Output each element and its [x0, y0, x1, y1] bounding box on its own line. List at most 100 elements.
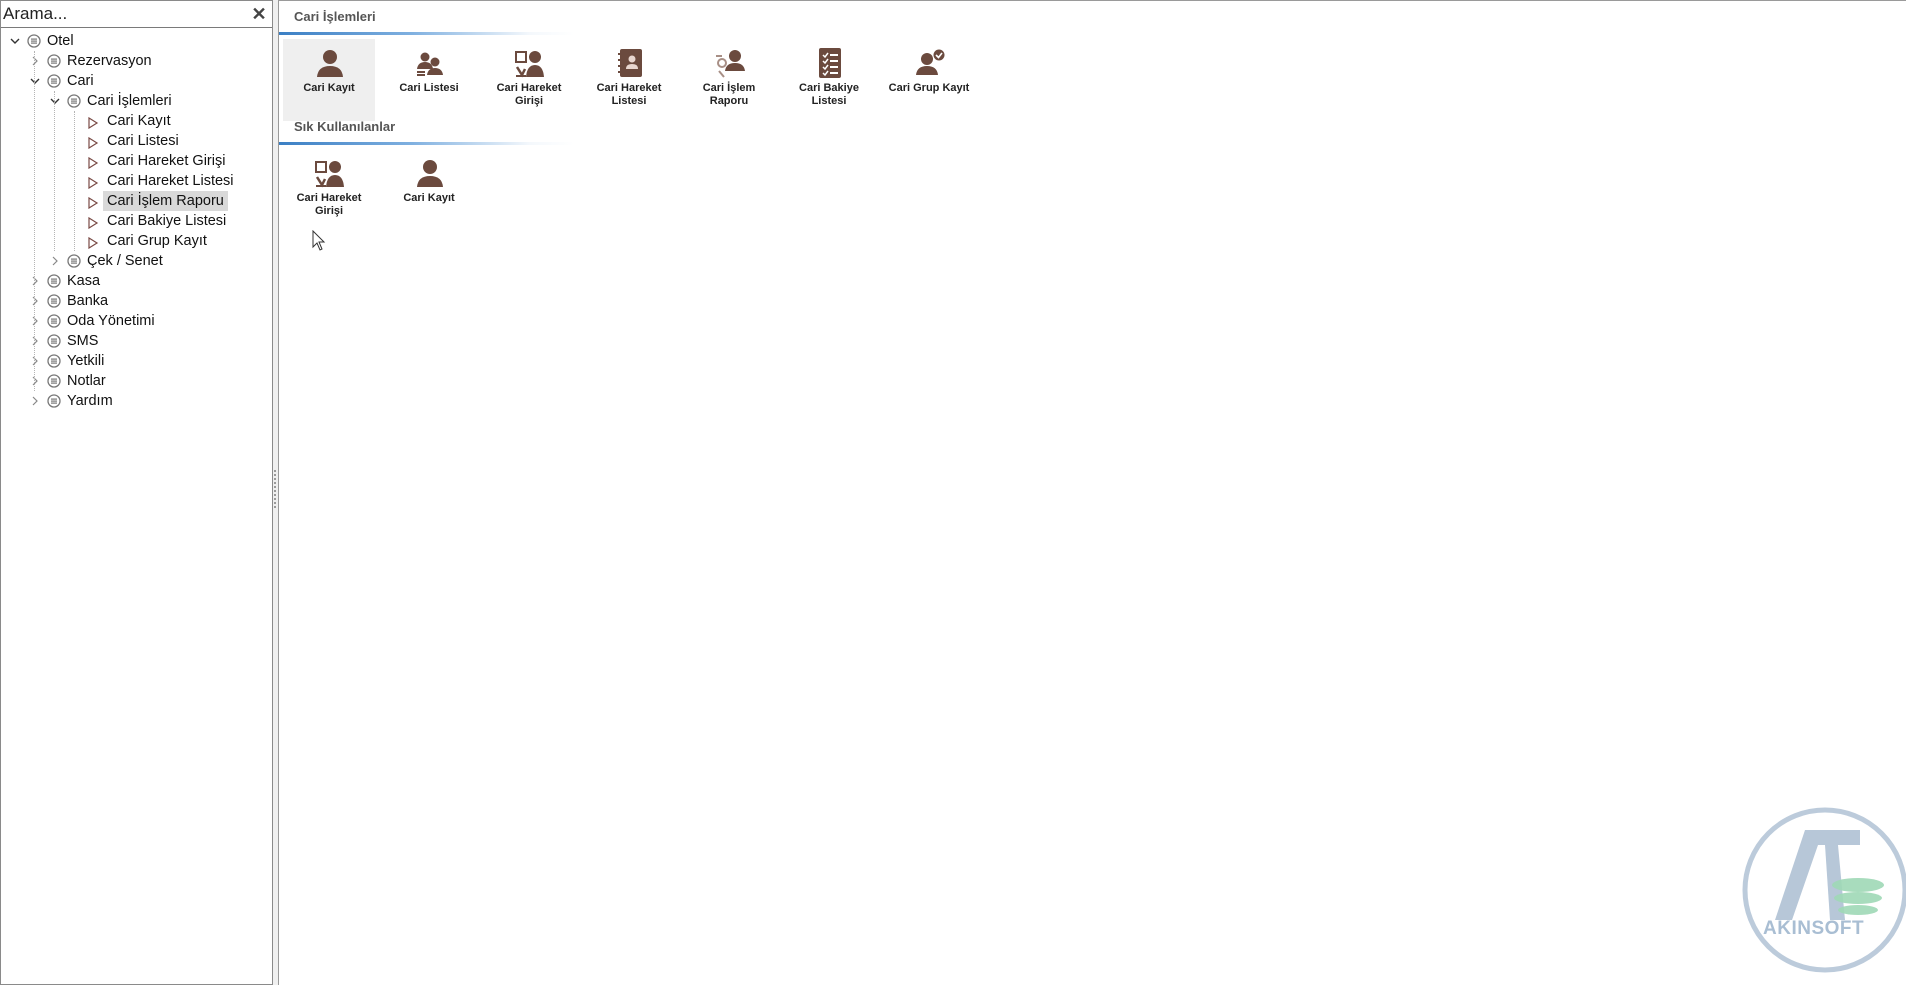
checklist-icon: [819, 48, 841, 78]
folder-list-icon: [27, 34, 41, 48]
tree-item-label: Cari Bakiye Listesi: [107, 213, 227, 229]
tree-item-label: Cari: [67, 73, 94, 89]
tile-cari-hareket-girişi[interactable]: Cari Hareket Girişi: [283, 149, 375, 231]
chevron-right-icon[interactable]: [29, 331, 43, 351]
tree-item-kasa[interactable]: Kasa: [1, 271, 272, 291]
tile-cari-kayıt[interactable]: Cari Kayıt: [383, 149, 475, 231]
tile-cari-hareket-girişi[interactable]: Cari Hareket Girişi: [483, 39, 575, 121]
splitter-grip[interactable]: [274, 470, 277, 510]
triangle-right-icon: [87, 115, 99, 130]
triangle-right-icon: [87, 215, 99, 230]
chevron-right-icon[interactable]: [29, 51, 43, 71]
tree-item-notlar[interactable]: Notlar: [1, 371, 272, 391]
tree-item-label: Yetkili: [67, 353, 105, 369]
triangle-right-icon: [87, 235, 99, 250]
folder-list-icon: [67, 254, 81, 268]
tree-item-label: Kasa: [67, 273, 101, 289]
tree-item-label: Cari Listesi: [107, 133, 179, 149]
tree-item-cari-grup-kayıt[interactable]: Cari Grup Kayıt: [1, 231, 272, 251]
akinsoft-logo: [1742, 807, 1906, 973]
tile-cari-bakiye-listesi[interactable]: Cari Bakiye Listesi: [783, 39, 875, 121]
tree-item-yardım[interactable]: Yardım: [1, 391, 272, 411]
folder-list-icon: [47, 314, 61, 328]
folder-list-icon: [47, 54, 61, 68]
tree-item-banka[interactable]: Banka: [1, 291, 272, 311]
folder-list-icon: [47, 294, 61, 308]
folder-list-icon: [47, 274, 61, 288]
section-divider: [279, 142, 574, 145]
tree-item-label: Cari Grup Kayıt: [107, 233, 207, 249]
tree-item-otel[interactable]: Otel: [1, 31, 272, 51]
chevron-right-icon[interactable]: [49, 251, 63, 271]
tile-label: Cari Hareket Girişi: [496, 82, 562, 107]
tree-item-yetkili[interactable]: Yetkili: [1, 351, 272, 371]
mouse-cursor-icon: [312, 230, 326, 251]
tree-item-cari-i-şlem-raporu[interactable]: Cari İşlem Raporu: [1, 191, 272, 211]
ledger-book-icon: [618, 49, 642, 77]
search-input[interactable]: [3, 3, 243, 25]
person-report-icon: [716, 50, 745, 78]
tree-item-label: Cari Hareket Listesi: [107, 173, 234, 189]
tree-item-cari-hareket-listesi[interactable]: Cari Hareket Listesi: [1, 171, 272, 191]
chevron-right-icon[interactable]: [29, 291, 43, 311]
chevron-right-icon[interactable]: [29, 351, 43, 371]
tile-cari-i-şlem-raporu[interactable]: Cari İşlem Raporu: [683, 39, 775, 121]
tree-item-çek-senet[interactable]: Çek / Senet: [1, 251, 272, 271]
tree-item-label: Oda Yönetimi: [67, 313, 155, 329]
tree-item-cari-i-şlemleri[interactable]: Cari İşlemleri: [1, 91, 272, 111]
chevron-right-icon[interactable]: [29, 311, 43, 331]
watermark-text: AKINSOFT: [1763, 918, 1865, 939]
folder-list-icon: [47, 74, 61, 88]
folder-list-icon: [47, 354, 61, 368]
chevron-down-icon[interactable]: [9, 31, 23, 51]
tree-item-label: SMS: [67, 333, 99, 349]
person-icon: [417, 160, 443, 187]
tile-cari-grup-kayıt[interactable]: Cari Grup Kayıt: [883, 39, 975, 121]
tree-guide-line: [34, 51, 35, 391]
triangle-right-icon: [87, 175, 99, 190]
tree-item-cari-hareket-girişi[interactable]: Cari Hareket Girişi: [1, 151, 272, 171]
tile-label: Cari Kayıt: [403, 192, 455, 204]
person-icon: [317, 50, 343, 77]
tile-cari-hareket-listesi[interactable]: Cari Hareket Listesi: [583, 39, 675, 121]
close-icon[interactable]: ✕: [250, 4, 268, 24]
tree-item-cari-listesi[interactable]: Cari Listesi: [1, 131, 272, 151]
tree-item-cari-kayıt[interactable]: Cari Kayıt: [1, 111, 272, 131]
chevron-right-icon[interactable]: [29, 371, 43, 391]
chevron-right-icon[interactable]: [29, 271, 43, 291]
folder-list-icon: [47, 374, 61, 388]
tree-item-cari-bakiye-listesi[interactable]: Cari Bakiye Listesi: [1, 211, 272, 231]
tree-guide-line: [74, 111, 75, 251]
folder-list-icon: [67, 94, 81, 108]
person-check-icon: [916, 49, 945, 75]
chevron-right-icon[interactable]: [29, 391, 43, 411]
tree-item-label: Rezervasyon: [67, 53, 152, 69]
tree-item-rezervasyon[interactable]: Rezervasyon: [1, 51, 272, 71]
tile-label: Cari Grup Kayıt: [888, 82, 970, 94]
tree-item-oda-yönetimi[interactable]: Oda Yönetimi: [1, 311, 272, 331]
search-bar: ✕: [1, 1, 272, 28]
navigation-panel: ✕ Otel Rezervasyon Cari Cari İşlemleri Cari …: [0, 0, 273, 985]
chevron-down-icon[interactable]: [29, 71, 43, 91]
chevron-down-icon[interactable]: [49, 91, 63, 111]
tree-item-label: Cari İşlemleri: [87, 93, 172, 109]
tile-cari-kayıt[interactable]: Cari Kayıt: [283, 39, 375, 121]
tree-item-label: Çek / Senet: [87, 253, 163, 269]
content-area: Cari İşlemleri Cari Kayıt Cari Listesi Car…: [279, 0, 1906, 985]
folder-list-icon: [47, 334, 61, 348]
tree-item-cari[interactable]: Cari: [1, 71, 272, 91]
triangle-right-icon: [87, 195, 99, 210]
tree-item-label: Otel: [47, 33, 74, 49]
tile-cari-listesi[interactable]: Cari Listesi: [383, 39, 475, 121]
section-title: Sık Kullanılanlar: [294, 119, 396, 134]
tile-label: Cari Listesi: [399, 82, 459, 94]
transaction-entry-icon: [515, 51, 544, 78]
tree-item-label: Yardım: [67, 393, 113, 409]
triangle-right-icon: [87, 155, 99, 170]
tree-guide-line: [54, 91, 55, 251]
tile-label: Cari Bakiye Listesi: [799, 82, 859, 107]
tile-label: Cari Hareket Listesi: [596, 82, 662, 107]
tree-item-label: Cari Kayıt: [107, 113, 171, 129]
tree-item-label: Cari İşlem Raporu: [103, 191, 228, 211]
tree-item-sms[interactable]: SMS: [1, 331, 272, 351]
